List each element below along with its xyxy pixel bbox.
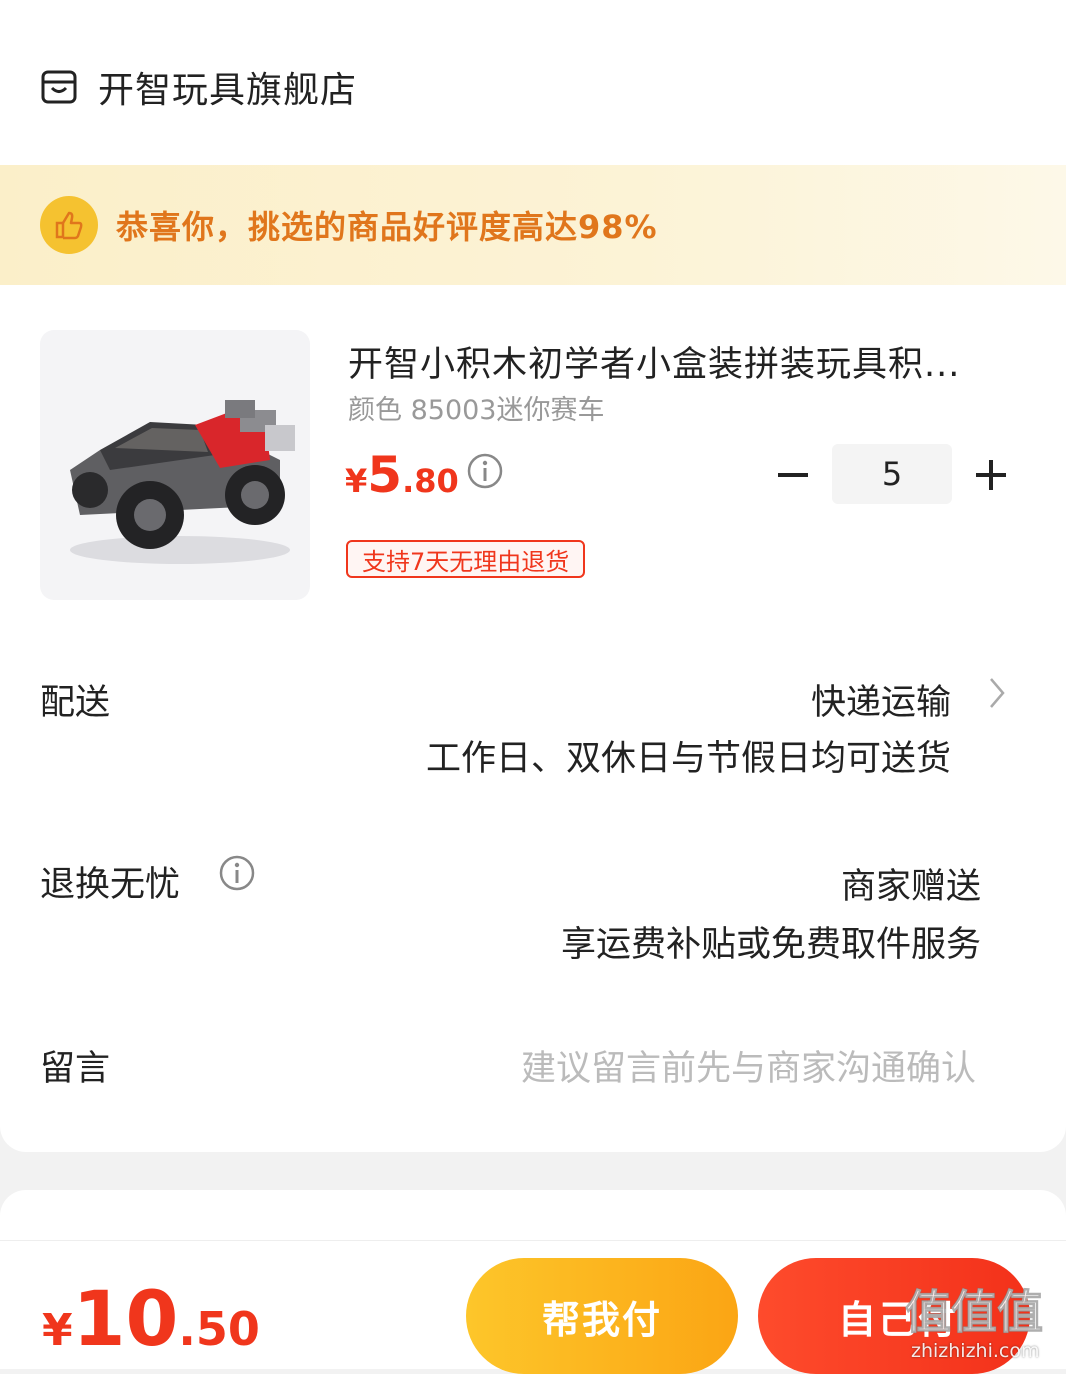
shop-header[interactable]: 开智玩具旗舰店 <box>40 62 357 112</box>
price-integer: 5 <box>367 446 403 504</box>
product-title[interactable]: 开智小积木初学者小盒装拼装玩具积... <box>348 336 960 387</box>
banner-text: 恭喜你，挑选的商品好评度高达98% <box>116 208 658 246</box>
product-image[interactable] <box>40 330 310 600</box>
order-card: 开智玩具旗舰店 恭喜你，挑选的商品好评度高达98% 开智小积木初学者小盒装拼装玩… <box>0 0 1066 1152</box>
returns-note: 享运费补贴或免费取件服务 <box>560 925 981 965</box>
delivery-note: 工作日、双休日与节假日均可送货 <box>425 739 951 779</box>
total-currency: ¥ <box>42 1305 73 1356</box>
delivery-label: 配送 <box>40 683 111 723</box>
store-icon <box>41 70 77 104</box>
thumbs-up-icon <box>40 196 98 254</box>
returns-label: 退换无忧 <box>40 865 181 905</box>
price-decimal: .80 <box>402 462 459 500</box>
message-label: 留言 <box>40 1049 111 1089</box>
return-policy-badge: 支持7天无理由退货 <box>346 540 586 578</box>
chevron-right-icon[interactable] <box>985 675 1009 711</box>
quantity-input[interactable]: 5 <box>832 444 952 504</box>
watermark-url: zhizhizhi.com <box>911 1340 1040 1362</box>
quantity-increase-button[interactable] <box>970 454 1012 496</box>
price-currency: ¥ <box>345 462 368 500</box>
watermark-logo: 值值值 <box>905 1285 1044 1340</box>
rating-banner: 恭喜你，挑选的商品好评度高达98% <box>0 165 1066 285</box>
delivery-method[interactable]: 快递运输 <box>811 674 951 725</box>
shop-name: 开智玩具旗舰店 <box>98 70 358 111</box>
returns-value: 商家赠送 <box>840 867 981 907</box>
total-integer: 10 <box>72 1274 179 1363</box>
watermark: 值值值 zhizhizhi.com <box>905 1276 1065 1366</box>
price-info-icon[interactable] <box>466 452 504 490</box>
total-price: ¥10.50 <box>42 1274 260 1363</box>
product-spec[interactable]: 颜色 85003迷你赛车 <box>348 388 604 427</box>
product-price: ¥5.80 <box>345 446 459 504</box>
quantity-decrease-button[interactable] <box>772 454 814 496</box>
help-pay-button[interactable]: 帮我付 <box>466 1258 738 1374</box>
total-decimal: .50 <box>178 1302 260 1356</box>
message-input[interactable]: 建议留言前先与商家沟通确认 <box>521 1040 976 1091</box>
returns-info-icon[interactable] <box>218 854 256 892</box>
